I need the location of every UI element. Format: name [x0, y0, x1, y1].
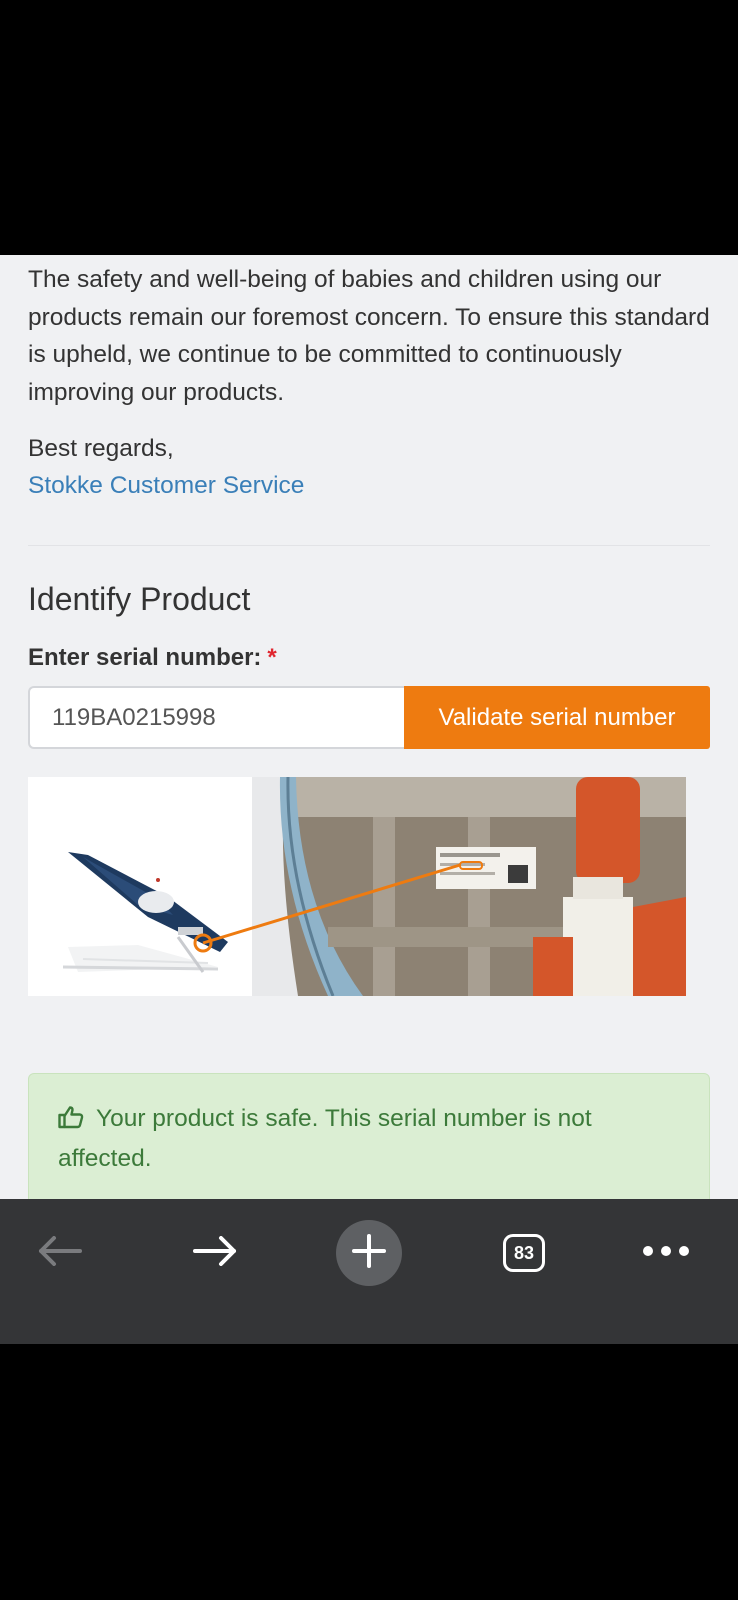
- more-menu-button[interactable]: [636, 1221, 696, 1285]
- browser-toolbar: 83: [0, 1199, 738, 1344]
- thumbs-up-icon: [58, 1103, 84, 1140]
- tabs-icon: 83: [503, 1234, 545, 1272]
- result-alert: Your product is safe. This serial number…: [28, 1073, 710, 1199]
- serial-number-input[interactable]: [28, 686, 404, 749]
- result-message: Your product is safe. This serial number…: [58, 1105, 592, 1172]
- web-page: The safety and well-being of babies and …: [0, 255, 738, 1199]
- more-icon: [643, 1244, 689, 1262]
- serial-location-image: [28, 777, 686, 996]
- divider: [28, 545, 710, 546]
- back-button[interactable]: [30, 1221, 90, 1285]
- required-marker: *: [267, 644, 277, 671]
- serial-input-group: Validate serial number: [28, 686, 710, 749]
- forward-button[interactable]: [185, 1221, 245, 1285]
- new-tab-button[interactable]: [336, 1220, 402, 1286]
- serial-number-label-text: Enter serial number:: [28, 644, 262, 671]
- plus-icon: [352, 1233, 386, 1273]
- tab-count: 83: [513, 1242, 535, 1263]
- validate-serial-button[interactable]: Validate serial number: [404, 686, 710, 749]
- closing-text: Best regards,: [28, 435, 174, 462]
- forward-arrow-icon: [193, 1235, 237, 1271]
- body-paragraph: The safety and well-being of babies and …: [28, 266, 710, 406]
- back-arrow-icon: [38, 1235, 82, 1271]
- signature-link[interactable]: Stokke Customer Service: [28, 467, 304, 504]
- serial-number-label: Enter serial number: *: [28, 644, 277, 672]
- tabs-button[interactable]: 83: [496, 1221, 552, 1285]
- identify-product-heading: Identify Product: [28, 581, 251, 617]
